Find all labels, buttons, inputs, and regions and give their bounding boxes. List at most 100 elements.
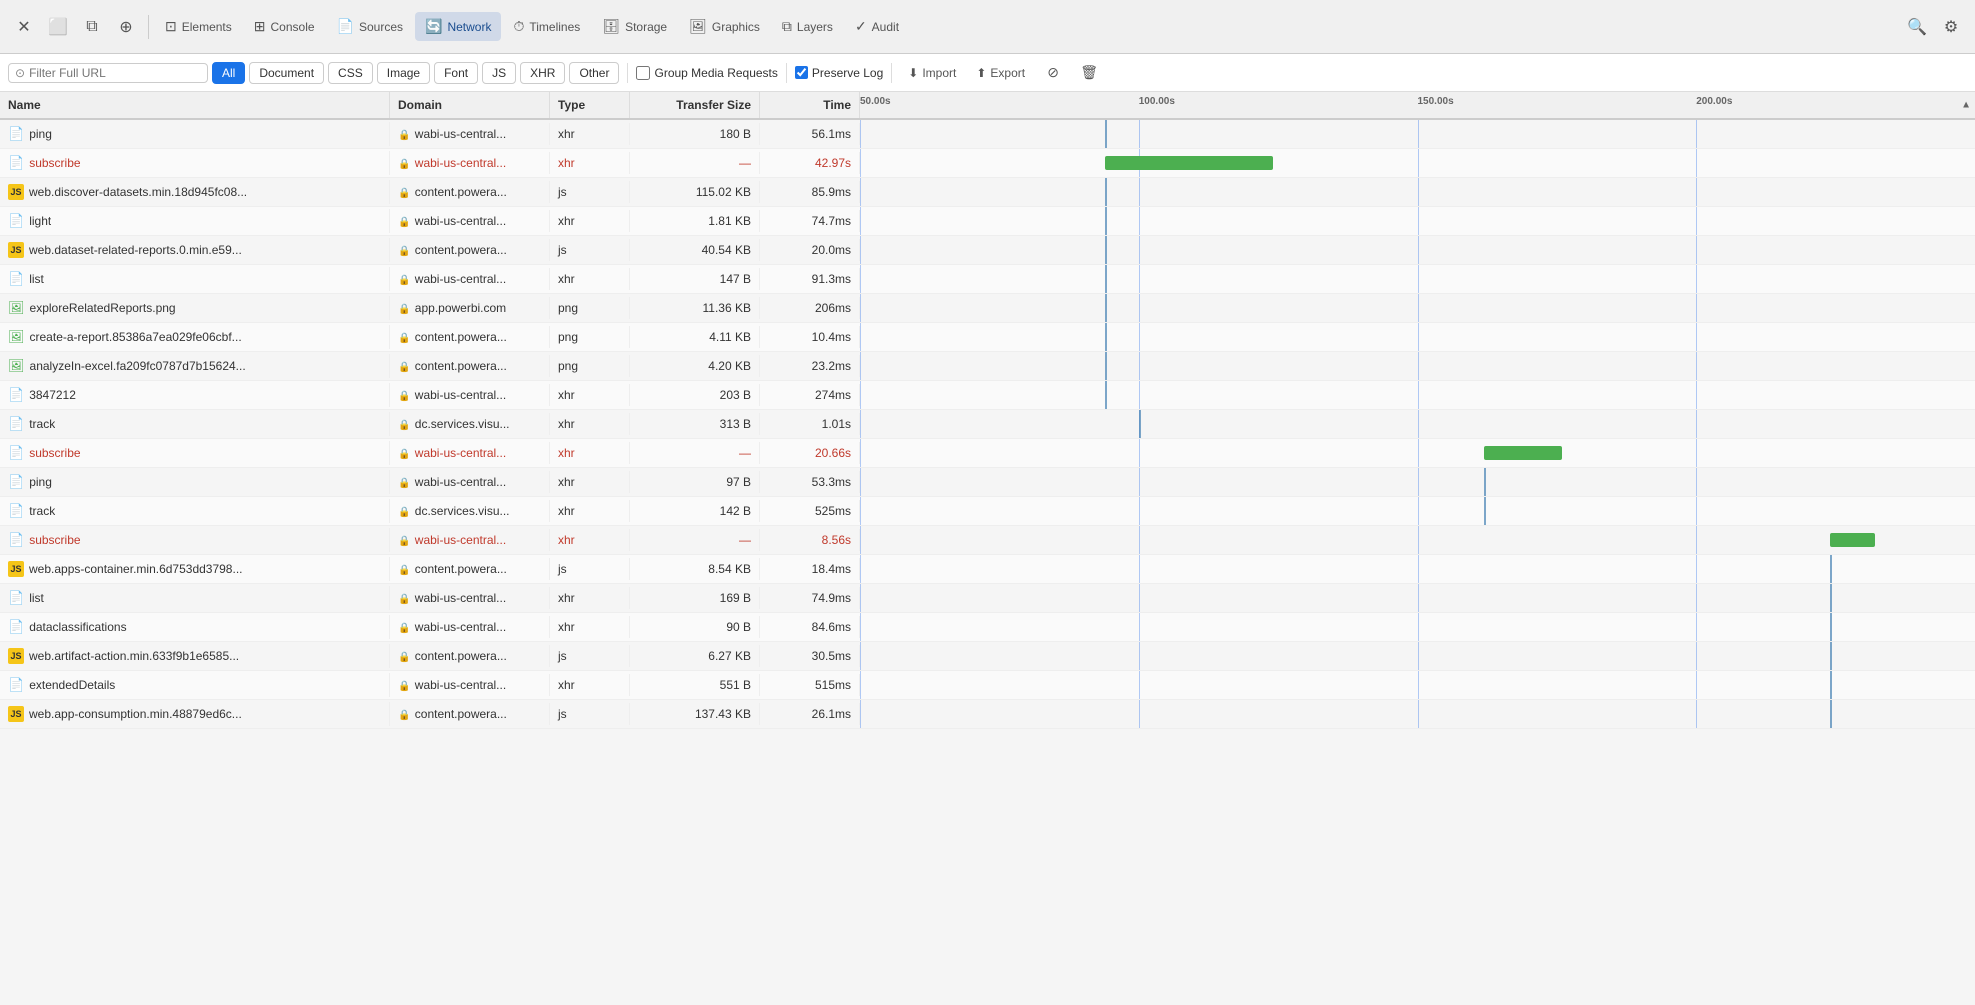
js-icon: JS	[8, 706, 24, 722]
table-row[interactable]: 🖼 exploreRelatedReports.png 🔒 app.powerb…	[0, 294, 1975, 323]
filter-css[interactable]: CSS	[328, 62, 373, 84]
header-transfer-size[interactable]: Transfer Size	[630, 92, 760, 118]
close-button[interactable]: ✕	[8, 11, 40, 43]
lock-icon: 🔒	[398, 159, 410, 170]
cell-name: JS web.dataset-related-reports.0.min.e59…	[0, 238, 390, 262]
waterfall-line-0	[860, 642, 861, 670]
table-row[interactable]: 📄 subscribe 🔒 wabi-us-central... xhr—8.5…	[0, 526, 1975, 555]
cell-time: 206ms	[760, 297, 860, 319]
header-name[interactable]: Name	[0, 92, 390, 118]
domain-text: wabi-us-central...	[415, 533, 506, 547]
tab-sources[interactable]: 📄 Sources	[327, 12, 413, 41]
tab-network[interactable]: 🔄 Network	[415, 12, 501, 41]
cell-name: JS web.discover-datasets.min.18d945fc08.…	[0, 180, 390, 204]
filter-input[interactable]	[29, 66, 201, 80]
waterfall-collapse-icon[interactable]: ▲	[1961, 100, 1971, 111]
cell-domain: 🔒 content.powera...	[390, 239, 550, 261]
table-row[interactable]: 📄 dataclassifications 🔒 wabi-us-central.…	[0, 613, 1975, 642]
cell-size: 40.54 KB	[630, 239, 760, 261]
header-type[interactable]: Type	[550, 92, 630, 118]
filter-bar: ⊙ All Document CSS Image Font JS XHR Oth…	[0, 54, 1975, 92]
waterfall-line-25	[1139, 352, 1140, 380]
row-name: web.apps-container.min.6d753dd3798...	[29, 562, 243, 576]
table-row[interactable]: 📄 ping 🔒 wabi-us-central... xhr180 B56.1…	[0, 120, 1975, 149]
header-domain[interactable]: Domain	[390, 92, 550, 118]
cell-waterfall	[860, 642, 1975, 670]
cell-domain: 🔒 dc.services.visu...	[390, 413, 550, 435]
filter-other[interactable]: Other	[569, 62, 619, 84]
table-row[interactable]: JS web.artifact-action.min.633f9b1e6585.…	[0, 642, 1975, 671]
group-media-checkbox[interactable]	[636, 66, 650, 80]
tab-console[interactable]: ⊞ Console	[244, 12, 325, 41]
header-time[interactable]: Time	[760, 92, 860, 118]
table-row[interactable]: 📄 track 🔒 dc.services.visu... xhr313 B1.…	[0, 410, 1975, 439]
table-row[interactable]: JS web.discover-datasets.min.18d945fc08.…	[0, 178, 1975, 207]
waterfall-line-50	[1418, 439, 1419, 467]
export-button[interactable]: ⬆ Export	[968, 63, 1033, 83]
cell-size: —	[630, 152, 760, 174]
row-name: web.discover-datasets.min.18d945fc08...	[29, 185, 247, 199]
waterfall-bar	[1484, 446, 1562, 460]
filter-font[interactable]: Font	[434, 62, 478, 84]
row-name: web.artifact-action.min.633f9b1e6585...	[29, 649, 239, 663]
clear-filter-button[interactable]: ⊘	[1037, 57, 1069, 89]
network-table[interactable]: Name Domain Type Transfer Size Time 50.0…	[0, 92, 1975, 1005]
filter-document[interactable]: Document	[249, 62, 324, 84]
tab-elements-label: Elements	[182, 20, 232, 34]
table-row[interactable]: JS web.dataset-related-reports.0.min.e59…	[0, 236, 1975, 265]
table-row[interactable]: 📄 list 🔒 wabi-us-central... xhr147 B91.3…	[0, 265, 1975, 294]
filter-image[interactable]: Image	[377, 62, 430, 84]
table-row[interactable]: 🖼 create-a-report.85386a7ea029fe06cbf...…	[0, 323, 1975, 352]
tab-layers[interactable]: ⧉ Layers	[772, 12, 843, 41]
cell-waterfall	[860, 584, 1975, 612]
header-waterfall[interactable]: 50.00s 100.00s 150.00s 200.00s ▲	[860, 92, 1975, 118]
waterfall-line-75	[1696, 207, 1697, 235]
preserve-log-checkbox[interactable]	[795, 66, 808, 79]
row-name: light	[29, 214, 51, 228]
domain-text: wabi-us-central...	[415, 272, 506, 286]
table-row[interactable]: 🖼 analyzeIn-excel.fa209fc0787d7b15624...…	[0, 352, 1975, 381]
waterfall-line-75	[1696, 352, 1697, 380]
cell-name: 📄 list	[0, 267, 390, 291]
table-row[interactable]: 📄 light 🔒 wabi-us-central... xhr1.81 KB7…	[0, 207, 1975, 236]
filter-js[interactable]: JS	[482, 62, 516, 84]
table-row[interactable]: 📄 extendedDetails 🔒 wabi-us-central... x…	[0, 671, 1975, 700]
detach-button[interactable]: ⧉	[76, 11, 108, 43]
table-row[interactable]: 📄 ping 🔒 wabi-us-central... xhr97 B53.3m…	[0, 468, 1975, 497]
settings-button[interactable]: ⚙	[1935, 11, 1967, 43]
cell-size: 90 B	[630, 616, 760, 638]
waterfall-line-0	[860, 207, 861, 235]
tab-graphics[interactable]: 🖼 Graphics	[679, 12, 770, 41]
tab-timelines[interactable]: ⏱ Timelines	[503, 12, 590, 41]
search-button[interactable]: 🔍	[1901, 11, 1933, 43]
table-row[interactable]: 📄 subscribe 🔒 wabi-us-central... xhr—42.…	[0, 149, 1975, 178]
cell-type: xhr	[550, 471, 630, 493]
cell-time: 8.56s	[760, 529, 860, 551]
tab-audit[interactable]: ✓ Audit	[845, 12, 909, 41]
waterfall-line-75	[1696, 642, 1697, 670]
waterfall-bar	[1105, 156, 1272, 170]
table-row[interactable]: JS web.apps-container.min.6d753dd3798...…	[0, 555, 1975, 584]
cell-waterfall	[860, 410, 1975, 438]
cell-size: 8.54 KB	[630, 558, 760, 580]
table-row[interactable]: 📄 list 🔒 wabi-us-central... xhr169 B74.9…	[0, 584, 1975, 613]
tab-storage[interactable]: 🗄 Storage	[592, 12, 677, 41]
filter-xhr[interactable]: XHR	[520, 62, 565, 84]
dock-button[interactable]: ⬜	[42, 11, 74, 43]
clear-log-button[interactable]: 🗑	[1073, 57, 1105, 89]
target-button[interactable]: ⊕	[110, 11, 142, 43]
table-row[interactable]: JS web.app-consumption.min.48879ed6c... …	[0, 700, 1975, 729]
domain-text: content.powera...	[415, 243, 507, 257]
cell-domain: 🔒 content.powera...	[390, 181, 550, 203]
import-button[interactable]: ⬇ Import	[900, 63, 964, 83]
waterfall-tick-150: 150.00s	[1418, 96, 1454, 107]
row-name: ping	[29, 127, 52, 141]
export-icon: ⬆	[976, 66, 986, 80]
table-row[interactable]: 📄 track 🔒 dc.services.visu... xhr142 B52…	[0, 497, 1975, 526]
cell-name: JS web.apps-container.min.6d753dd3798...	[0, 557, 390, 581]
table-row[interactable]: 📄 subscribe 🔒 wabi-us-central... xhr—20.…	[0, 439, 1975, 468]
waterfall-line-25	[1139, 700, 1140, 728]
table-row[interactable]: 📄 3847212 🔒 wabi-us-central... xhr203 B2…	[0, 381, 1975, 410]
tab-elements[interactable]: ⊡ Elements	[155, 12, 242, 41]
filter-all[interactable]: All	[212, 62, 245, 84]
